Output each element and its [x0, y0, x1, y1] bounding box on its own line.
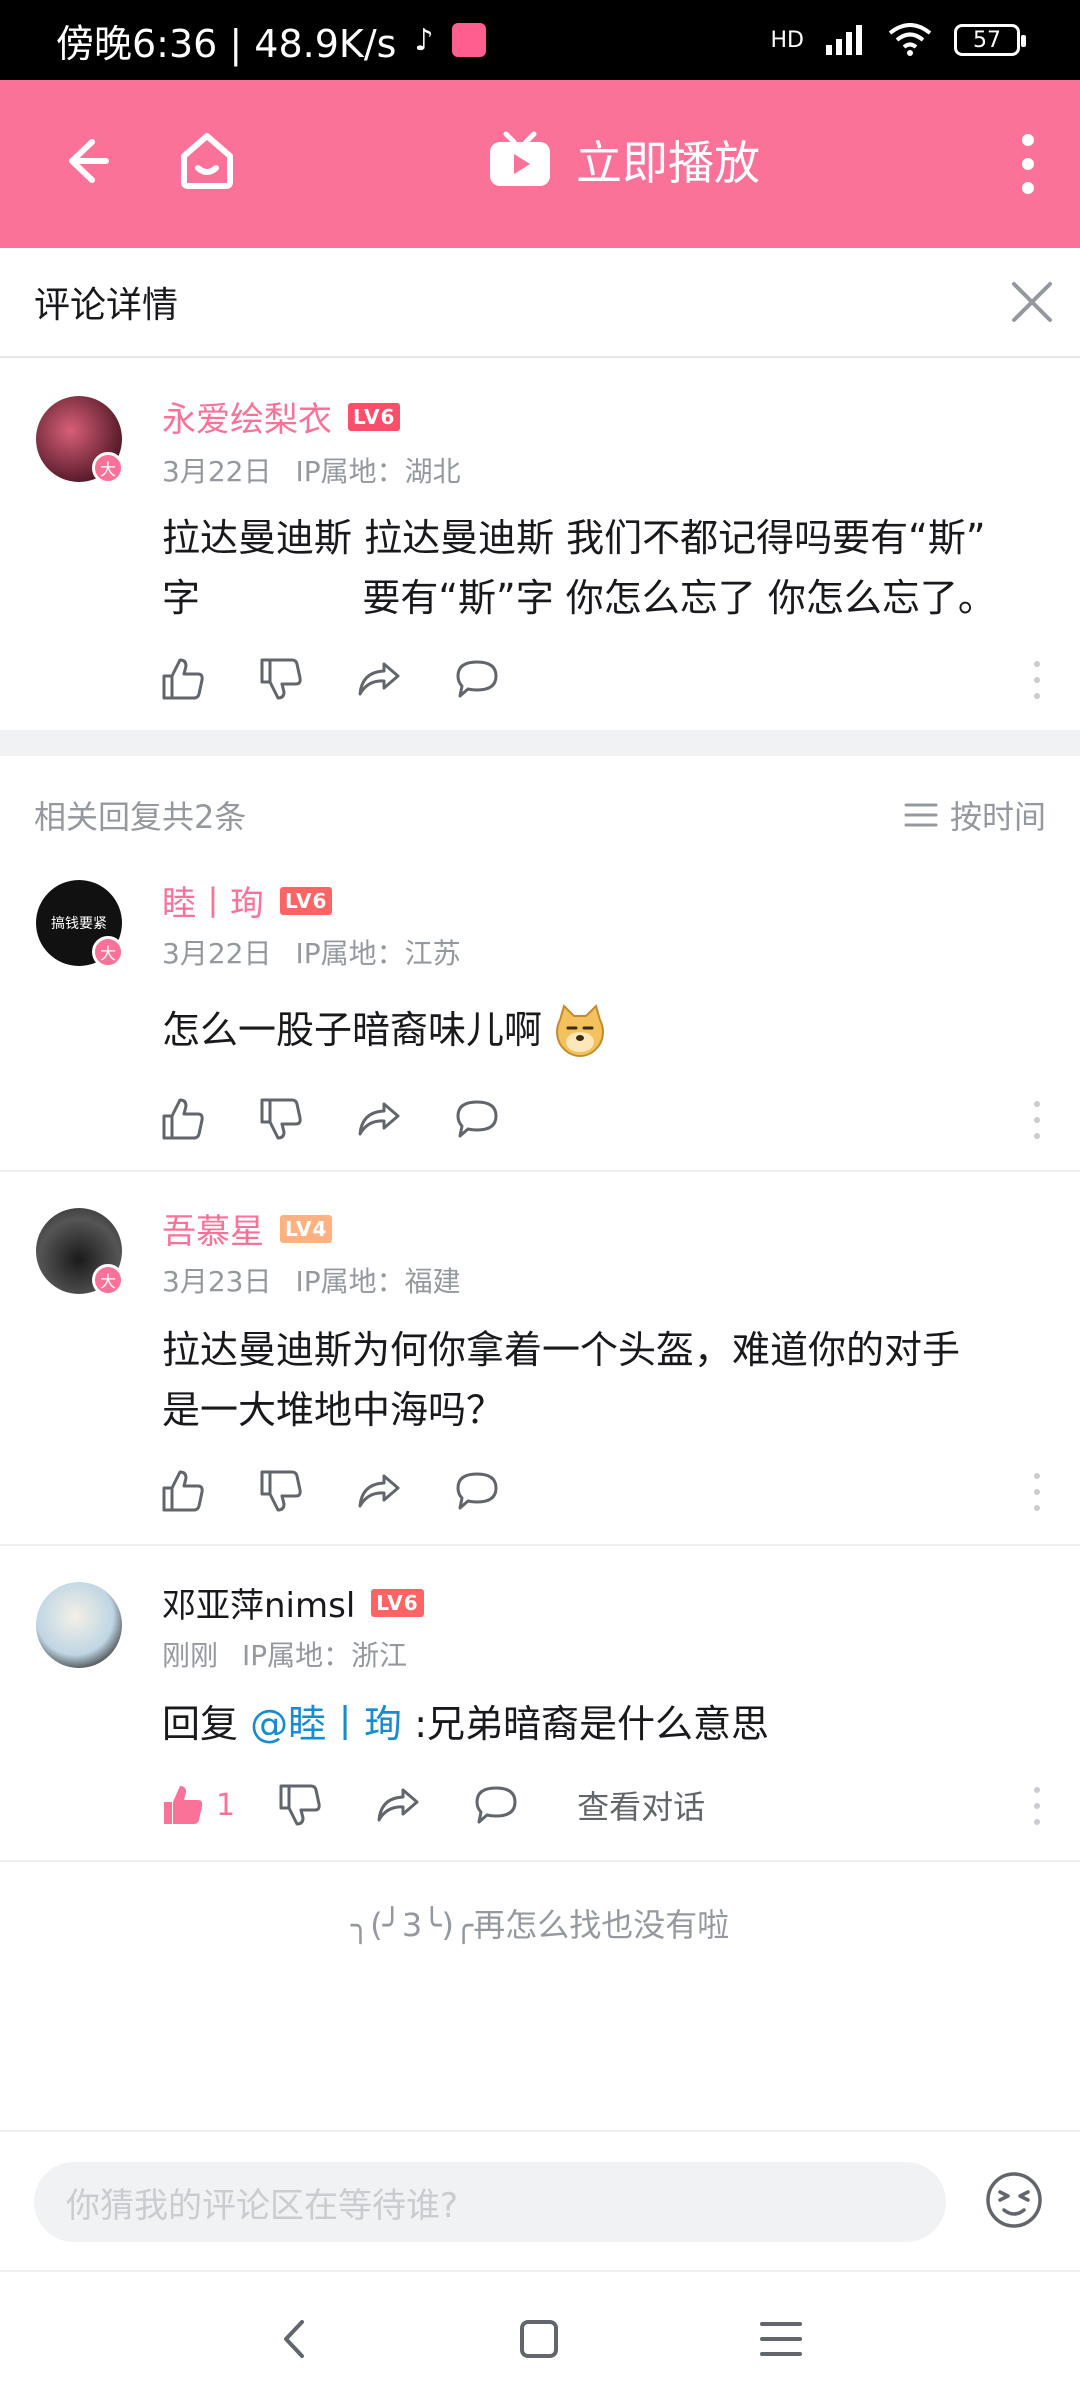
comment-actions — [160, 1468, 552, 1514]
comment-meta: 刚刚 IP属地：浙江 — [162, 1634, 407, 1674]
thumbs-up-filled-icon[interactable] — [160, 1782, 206, 1828]
comment-meta: 3月22日 IP属地：江苏 — [162, 932, 461, 972]
reply-item: 大 吾慕星 LV4 3月23日 IP属地：福建 拉达曼迪斯为何你拿着一个头盔，难… — [0, 1172, 1080, 1542]
divider — [0, 1860, 1080, 1862]
sort-label: 按时间 — [949, 798, 1046, 836]
username[interactable]: 永爱绘梨衣 LV6 — [162, 392, 401, 441]
comment-meta: 3月22日 IP属地：湖北 — [162, 450, 461, 490]
comment-text: 怎么一股子暗裔味儿啊 — [162, 1000, 1052, 1060]
comment-ip: IP属地：江苏 — [295, 937, 461, 970]
comment-meta: 3月23日 IP属地：福建 — [162, 1260, 461, 1300]
more-options-icon[interactable] — [1030, 1470, 1044, 1514]
comment-actions — [160, 1096, 552, 1142]
comment-text: 回复 @睦丨珣 :兄弟暗裔是什么意思 — [162, 1702, 770, 1746]
status-time-speed: 傍晚6:36 | 48.9K/s — [56, 21, 397, 66]
thumbs-up-icon[interactable] — [160, 1096, 206, 1142]
thumbs-down-icon[interactable] — [258, 656, 304, 702]
play-now-label: 立即播放 — [576, 136, 760, 190]
comment-actions — [160, 656, 552, 702]
thumbs-down-icon[interactable] — [258, 1096, 304, 1142]
reply-item: 邓亚萍nimsl LV6 刚刚 IP属地：浙江 回复 @睦丨珣 :兄弟暗裔是什么… — [0, 1546, 1080, 1860]
avatar-badge: 大 — [92, 452, 124, 484]
status-bar: 傍晚6:36 | 48.9K/s ♪ HD 57 — [0, 0, 1080, 80]
comment-bubble-icon[interactable] — [454, 1096, 500, 1142]
end-of-list-text: ╮(╯3╰)╭再怎么找也没有啦 — [350, 1906, 730, 1944]
share-icon[interactable] — [356, 1096, 402, 1142]
comment-input[interactable]: 你猜我的评论区在等待谁? — [34, 2162, 946, 2242]
comment-bubble-icon[interactable] — [473, 1782, 519, 1828]
root-comment: 大 永爱绘梨衣 LV6 3月22日 IP属地：湖北 拉达曼迪斯 拉达曼迪斯 我们… — [0, 358, 1080, 728]
section-separator — [0, 730, 1080, 756]
back-arrow-icon[interactable] — [48, 126, 118, 196]
share-icon[interactable] — [356, 1468, 402, 1514]
play-now-button[interactable]: 立即播放 — [488, 120, 760, 200]
network-label: HD — [770, 27, 804, 53]
thumbs-up-icon[interactable] — [160, 1468, 206, 1514]
input-placeholder: 你猜我的评论区在等待谁? — [66, 2185, 459, 2226]
comment-bubble-icon[interactable] — [454, 1468, 500, 1514]
share-icon[interactable] — [375, 1782, 421, 1828]
comment-actions: 1 查看对话 — [160, 1782, 705, 1828]
nav-home-icon[interactable] — [514, 2314, 564, 2364]
view-dialog-link[interactable]: 查看对话 — [577, 1782, 705, 1828]
nav-recents-icon[interactable] — [756, 2314, 806, 2364]
more-options-icon[interactable] — [1030, 1784, 1044, 1828]
emoji-icon[interactable] — [984, 2170, 1044, 2230]
thumbs-up-icon[interactable] — [160, 656, 206, 702]
related-replies-header: 相关回复共2条 按时间 — [0, 760, 1080, 870]
nav-back-icon[interactable] — [270, 2314, 320, 2364]
avatar-badge: 大 — [92, 1264, 124, 1296]
more-options-icon[interactable] — [1030, 658, 1044, 702]
tiktok-icon: ♪ — [414, 22, 434, 58]
avatar-badge: 大 — [92, 936, 124, 968]
mention-link[interactable]: @睦丨珣 — [250, 1702, 402, 1746]
username[interactable]: 吾慕星 LV4 — [162, 1204, 333, 1253]
close-icon[interactable] — [1002, 272, 1062, 332]
thumbs-down-icon[interactable] — [258, 1468, 304, 1514]
tv-play-icon — [490, 131, 550, 186]
app-notification-icon — [451, 23, 486, 57]
doge-emoji-icon — [556, 1004, 605, 1058]
share-icon[interactable] — [356, 656, 402, 702]
comment-bubble-icon[interactable] — [454, 656, 500, 702]
username[interactable]: 邓亚萍nimsl LV6 — [162, 1578, 424, 1627]
top-bar: 立即播放 — [0, 80, 1080, 248]
more-options-icon[interactable] — [1030, 1098, 1044, 1142]
comment-text: 拉达曼迪斯 拉达曼迪斯 我们不都记得吗要有“斯” 字 要有“斯”字 你怎么忘了 … — [162, 516, 996, 620]
detail-title: 评论详情 — [34, 285, 179, 326]
comment-ip: IP属地：福建 — [295, 1265, 461, 1298]
thumbs-down-icon[interactable] — [277, 1782, 323, 1828]
level-badge: LV4 — [280, 1214, 333, 1243]
more-vertical-icon[interactable] — [998, 124, 1058, 204]
comment-text: 拉达曼迪斯为何你拿着一个头盔，难道你的对手 是一大堆地中海吗？ — [162, 1328, 961, 1432]
comment-ip: IP属地：浙江 — [242, 1639, 408, 1672]
sort-lines-icon — [904, 803, 938, 827]
comment-date: 刚刚 — [162, 1639, 219, 1672]
comment-input-bar: 你猜我的评论区在等待谁? — [0, 2130, 1080, 2270]
username[interactable]: 睦丨珣 LV6 — [162, 876, 333, 925]
system-navigation-bar — [0, 2270, 1080, 2400]
like-count: 1 — [216, 1787, 236, 1823]
comment-date: 3月22日 — [162, 455, 272, 488]
comment-date: 3月23日 — [162, 1265, 272, 1298]
reply-item: 搞钱要紧 大 睦丨珣 LV6 3月22日 IP属地：江苏 怎么一股子暗裔味儿啊 — [0, 870, 1080, 1170]
comment-date: 3月22日 — [162, 937, 272, 970]
comment-ip: IP属地：湖北 — [295, 455, 461, 488]
level-badge: LV6 — [371, 1588, 424, 1617]
wifi-icon — [888, 23, 932, 56]
comment-detail-header: 评论详情 — [0, 248, 1080, 358]
reply-count: 相关回复共2条 — [34, 798, 247, 836]
level-badge: LV6 — [348, 402, 401, 431]
signal-icon — [826, 25, 862, 55]
level-badge: LV6 — [280, 886, 333, 915]
home-icon[interactable] — [172, 124, 242, 194]
sort-button[interactable]: 按时间 — [904, 792, 1046, 838]
avatar[interactable] — [36, 1582, 122, 1668]
battery-indicator: 57 — [954, 24, 1026, 56]
